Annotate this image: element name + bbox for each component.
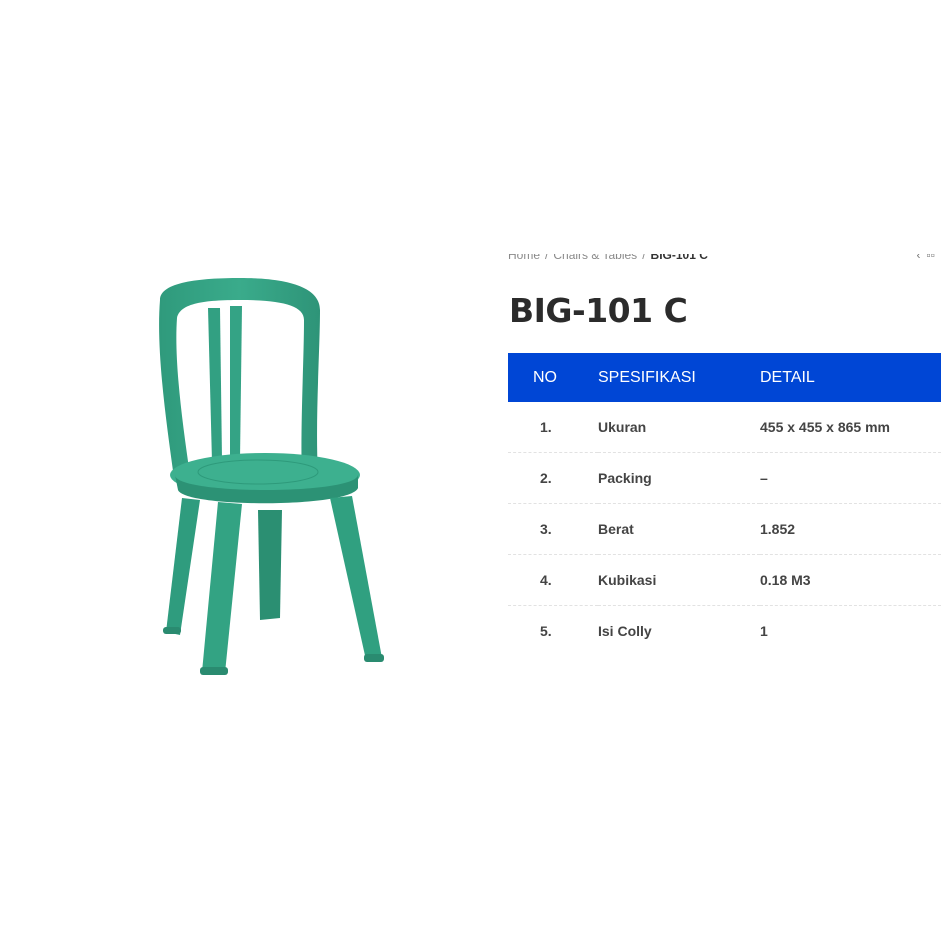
grid-icon[interactable]: ▫▫ (926, 254, 935, 262)
product-nav: ‹ ▫▫ (910, 254, 935, 262)
chevron-left-icon[interactable]: ‹ (916, 254, 920, 262)
breadcrumb-home[interactable]: Home (508, 254, 540, 262)
row-spec: Berat (598, 503, 760, 555)
row-spec: Ukuran (598, 402, 760, 453)
product-title: BIG-101 C (509, 291, 688, 330)
table-header-row: NO SPESIFIKASI DETAIL (508, 353, 941, 402)
column-header-detail: DETAIL (760, 353, 941, 402)
row-spec: Kubikasi (598, 554, 760, 606)
row-detail: – (760, 452, 941, 504)
row-detail: 455 x 455 x 865 mm (760, 402, 941, 453)
breadcrumb-bar: Home / Chairs & Tables / BIG-101 C ‹ ▫▫ (508, 254, 941, 268)
breadcrumb-separator: / (545, 254, 549, 262)
table-row: 2. Packing – (508, 452, 941, 504)
row-spec: Packing (598, 452, 760, 504)
breadcrumb-current: BIG-101 C (650, 254, 708, 262)
row-detail: 1.852 (760, 503, 941, 555)
table-row: 1. Ukuran 455 x 455 x 865 mm (508, 402, 941, 453)
column-header-spec: SPESIFIKASI (598, 353, 760, 402)
breadcrumb: Home / Chairs & Tables / BIG-101 C (508, 254, 708, 262)
breadcrumb-separator: / (642, 254, 646, 262)
table-row: 5. Isi Colly 1 (508, 606, 941, 657)
row-no: 4. (508, 554, 598, 606)
spec-table: NO SPESIFIKASI DETAIL 1. Ukuran 455 x 45… (508, 353, 941, 656)
column-header-no: NO (508, 353, 598, 402)
table-row: 4. Kubikasi 0.18 M3 (508, 554, 941, 606)
row-no: 1. (508, 402, 598, 453)
table-row: 3. Berat 1.852 (508, 503, 941, 555)
breadcrumb-category[interactable]: Chairs & Tables (553, 254, 637, 262)
row-no: 2. (508, 452, 598, 504)
row-detail: 0.18 M3 (760, 554, 941, 606)
row-detail: 1 (760, 623, 768, 639)
product-image (159, 278, 384, 675)
row-spec: Isi Colly (598, 623, 652, 639)
row-no: 5. (540, 623, 552, 639)
row-no: 3. (508, 503, 598, 555)
